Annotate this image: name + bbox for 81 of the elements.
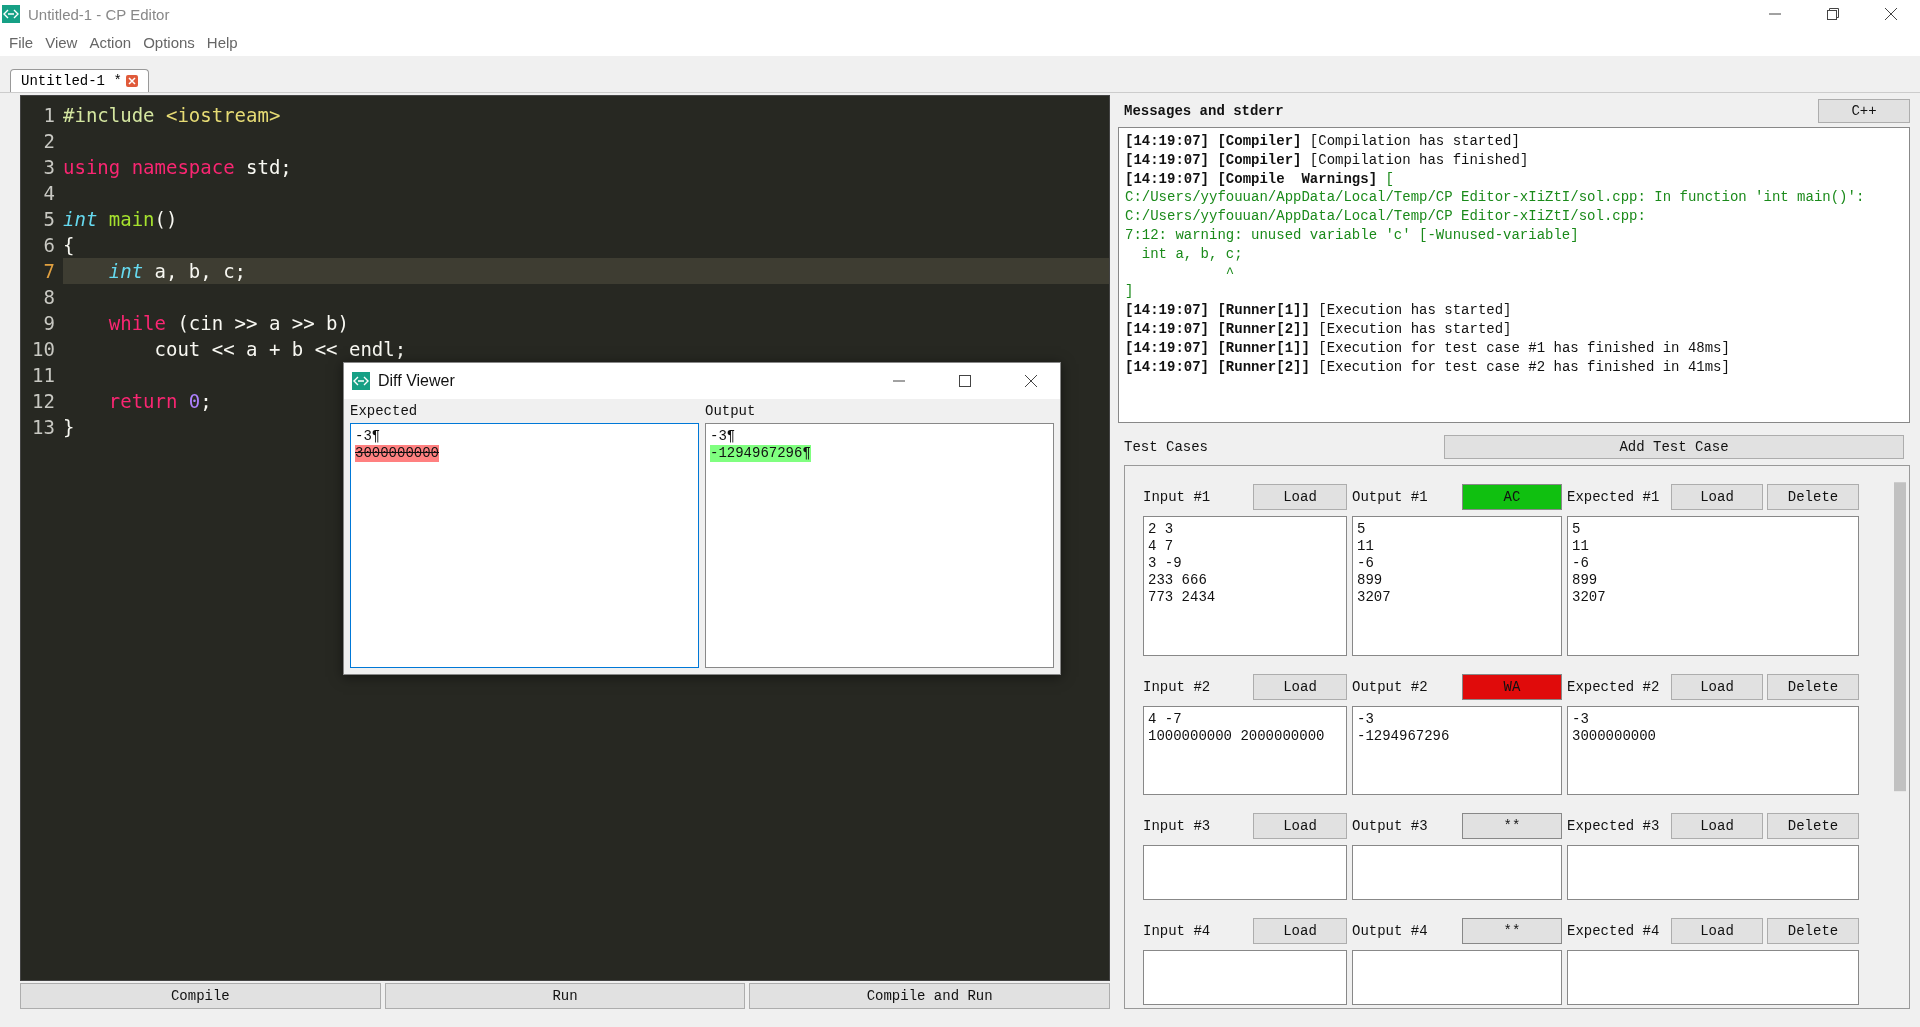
menu-item[interactable]: Options <box>138 33 200 51</box>
expected-field[interactable] <box>1567 845 1859 900</box>
verdict-button[interactable]: WA <box>1462 674 1562 700</box>
verdict-button[interactable]: ** <box>1462 813 1562 839</box>
restore-icon <box>1827 8 1839 20</box>
line-number: 6 <box>42 234 56 256</box>
output-label: Output #3 <box>1352 818 1428 834</box>
close-icon[interactable] <box>125 75 138 87</box>
input-label: Input #4 <box>1143 923 1211 939</box>
line-number: 13 <box>31 416 56 438</box>
line-number: 1 <box>42 104 56 126</box>
output-label: Output #4 <box>1352 923 1428 939</box>
load-button[interactable]: Load <box>1253 484 1347 510</box>
line-number: 3 <box>42 156 56 178</box>
add-test-case-button[interactable]: Add Test Case <box>1444 435 1904 459</box>
load-button[interactable]: Load <box>1671 674 1763 700</box>
line-number: 11 <box>31 364 56 386</box>
language-button[interactable]: C++ <box>1818 99 1910 123</box>
expected-field[interactable] <box>1567 950 1859 1005</box>
output-label: Output #1 <box>1352 489 1428 505</box>
line-number: 12 <box>31 390 56 412</box>
close-icon <box>1885 8 1897 20</box>
menu-item[interactable]: View <box>40 33 83 51</box>
load-button[interactable]: Load <box>1253 813 1347 839</box>
output-field[interactable]: -3 -1294967296 <box>1352 706 1562 795</box>
input-field[interactable]: 4 -7 1000000000 2000000000 <box>1143 706 1347 795</box>
action-button[interactable]: Run <box>384 983 746 1009</box>
input-field[interactable] <box>1143 845 1347 900</box>
diff-line: -3¶ <box>710 428 736 445</box>
line-number: 4 <box>42 182 56 204</box>
pane-label: Expected <box>350 403 419 419</box>
expected-label: Expected #2 <box>1567 679 1660 695</box>
menu-item[interactable]: File <box>4 33 39 51</box>
line-number: 10 <box>31 338 56 360</box>
load-button[interactable]: Load <box>1253 674 1347 700</box>
input-field[interactable]: 2 3 4 7 3 -9 233 666 773 2434 <box>1143 516 1347 656</box>
expected-label: Expected #3 <box>1567 818 1660 834</box>
expected-label: Expected #1 <box>1567 489 1660 505</box>
output-field[interactable] <box>1352 845 1562 900</box>
verdict-button[interactable]: ** <box>1462 918 1562 944</box>
app-icon <box>352 372 370 390</box>
line-number: 5 <box>42 208 56 230</box>
messages-log: [14:19:07] [Compiler] [Compilation has started] [14:19:07] [Compiler] [Compilation has finished] [14:19:07] [Compile Warnings] [ C:/Users/yyfouuan/AppData/Local/Temp/CP Editor-xIiZtI/sol.cpp: In function 'int main()': C:/Users/yyfouuan/AppData/Local/Temp/CP Editor-xIiZtI/sol.cpp: 7:12: warning: unused variable 'c' [-Wunused-variable] int a, b, c; ^ ] [14:19:07] [Runner[1]] [Execution has started] [14:19:07] [Runner[2]] [Execution has started] [14:19:07] [Runner[1]] [Execution for test case #1 has finished in 48ms] [14:19:07] [Runner[2]] [Execution for test case #2 has finished in 41ms] <box>1118 127 1910 423</box>
menu-item[interactable]: Help <box>201 33 243 51</box>
test-cases-heading: Test Cases <box>1123 439 1209 455</box>
expected-field[interactable]: -3 3000000000 <box>1567 706 1859 795</box>
diff-text-field[interactable]: -3¶ -1294967296¶ <box>705 423 1054 668</box>
action-button[interactable]: Compile and Run <box>749 983 1110 1009</box>
close-icon <box>1025 375 1037 387</box>
load-button[interactable]: Load <box>1671 813 1763 839</box>
action-button[interactable]: Compile <box>20 983 381 1009</box>
verdict-button[interactable]: AC <box>1462 484 1562 510</box>
window-title: Diff Viewer <box>378 372 456 390</box>
delete-button[interactable]: Delete <box>1767 813 1859 839</box>
input-label: Input #1 <box>1143 489 1211 505</box>
diff-text-field[interactable]: -3¶ 3000000000 <box>350 423 699 668</box>
expected-field[interactable]: 5 11 -6 899 3207 <box>1567 516 1859 656</box>
delete-button[interactable]: Delete <box>1767 918 1859 944</box>
input-label: Input #3 <box>1143 818 1211 834</box>
maximize-icon <box>959 375 971 387</box>
output-label: Output #2 <box>1352 679 1428 695</box>
diff-line: -3¶ <box>355 428 381 445</box>
load-button[interactable]: Load <box>1671 918 1763 944</box>
window-title: Untitled-1 - CP Editor <box>28 5 171 23</box>
input-field[interactable] <box>1143 950 1347 1005</box>
output-field[interactable]: 5 11 -6 899 3207 <box>1352 516 1562 656</box>
menu-item[interactable]: Action <box>84 33 137 51</box>
input-label: Input #2 <box>1143 679 1211 695</box>
line-number: 8 <box>42 286 56 308</box>
line-number: 2 <box>42 130 56 152</box>
editor-tab[interactable]: Untitled-1 * <box>10 69 149 92</box>
load-button[interactable]: Load <box>1671 484 1763 510</box>
line-number: 9 <box>42 312 56 334</box>
line-number: 7 <box>42 260 56 282</box>
delete-button[interactable]: Delete <box>1767 484 1859 510</box>
delete-button[interactable]: Delete <box>1767 674 1859 700</box>
messages-heading: Messages and stderr <box>1123 103 1284 119</box>
expected-label: Expected #4 <box>1567 923 1660 939</box>
pane-label: Output <box>705 403 757 419</box>
output-field[interactable] <box>1352 950 1562 1005</box>
load-button[interactable]: Load <box>1253 918 1347 944</box>
